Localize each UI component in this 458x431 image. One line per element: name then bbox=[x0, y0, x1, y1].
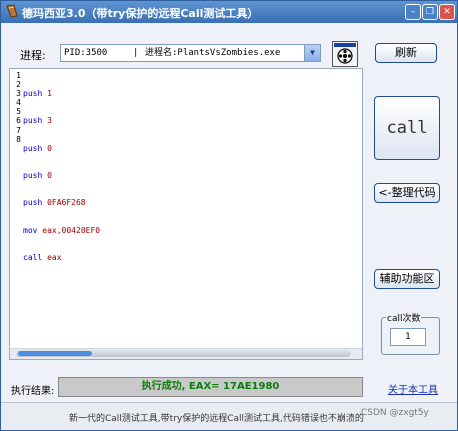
separator: | bbox=[133, 48, 139, 58]
scrollbar-track[interactable] bbox=[16, 350, 351, 357]
code-arg: eax,00420EF0 bbox=[42, 225, 101, 235]
title-bar[interactable]: 德玛西亚3.0（带try保护的远程Call测试工具） – ❐ ✕ bbox=[1, 1, 457, 23]
code-line: call eax bbox=[23, 253, 100, 262]
code-line: push 3 bbox=[23, 116, 100, 125]
call-button[interactable]: call bbox=[374, 96, 440, 160]
line-number: 8 bbox=[16, 134, 21, 144]
line-number: 5 bbox=[16, 107, 21, 117]
maximize-button[interactable]: ❐ bbox=[422, 4, 438, 20]
window-title: 德玛西亚3.0（带try保护的远程Call测试工具） bbox=[22, 7, 259, 20]
code-op: mov bbox=[23, 225, 38, 235]
code-line: push 0 bbox=[23, 144, 100, 153]
process-name: 进程名:PlantsVsZombies.exe bbox=[145, 48, 281, 58]
result-output: 执行成功, EAX= 17AE1980 bbox=[58, 377, 363, 397]
code-line: push 1 bbox=[23, 89, 100, 98]
line-number: 1 bbox=[16, 71, 21, 80]
code-line: mov eax,00420EF0 bbox=[23, 226, 100, 235]
line-number: 7 bbox=[16, 125, 21, 135]
code-op: call bbox=[23, 252, 43, 262]
line-number: 4 bbox=[16, 98, 21, 108]
status-text: 新一代的Call测试工具,带try保护的远程Call测试工具,代码错误也不崩溃的 bbox=[69, 414, 364, 424]
watermark: CSDN @zxgt5y bbox=[361, 408, 429, 418]
code-lines[interactable]: push 1 push 3 push 0 push 0 push 0FA6F26… bbox=[23, 71, 100, 307]
app-icon bbox=[6, 4, 18, 18]
result-label: 执行结果: bbox=[11, 386, 55, 397]
about-link[interactable]: 关于本工具 bbox=[388, 381, 438, 396]
code-editor[interactable]: 1 2 3 4 5 6 7 8 push 1 push 3 push 0 pus… bbox=[9, 68, 363, 360]
close-button[interactable]: ✕ bbox=[439, 4, 455, 20]
line-number: 3 bbox=[16, 89, 21, 99]
target-icon[interactable] bbox=[332, 41, 358, 67]
line-number: 2 bbox=[16, 80, 21, 90]
process-label: 进程: bbox=[20, 49, 46, 62]
line-number-gutter: 1 2 3 4 5 6 7 8 bbox=[10, 71, 21, 144]
code-arg: 0 bbox=[47, 171, 52, 181]
minimize-button[interactable]: – bbox=[405, 4, 421, 20]
code-op: push bbox=[23, 171, 43, 181]
code-arg: 1 bbox=[47, 89, 52, 99]
assist-functions-button[interactable]: 辅助功能区 bbox=[374, 269, 440, 289]
code-line: push 0FA6F268 bbox=[23, 198, 100, 207]
app-window: 德玛西亚3.0（带try保护的远程Call测试工具） – ❐ ✕ 进程: PID… bbox=[0, 0, 458, 431]
process-select[interactable]: PID:3500 | 进程名:PlantsVsZombies.exe ▼ bbox=[60, 44, 321, 62]
call-count-input[interactable]: 1 bbox=[390, 328, 426, 346]
code-op: push bbox=[23, 89, 43, 99]
code-arg: 0FA6F268 bbox=[47, 198, 86, 208]
pid-text: PID:3500 bbox=[64, 48, 108, 58]
scrollbar-thumb[interactable] bbox=[18, 351, 92, 356]
code-arg: eax bbox=[47, 252, 62, 262]
code-arg: 3 bbox=[47, 116, 52, 126]
line-number: 6 bbox=[16, 116, 21, 126]
chevron-down-icon[interactable]: ▼ bbox=[304, 45, 320, 61]
call-count-title: call次数 bbox=[386, 311, 422, 324]
code-op: push bbox=[23, 198, 43, 208]
code-op: push bbox=[23, 143, 43, 153]
refresh-button[interactable]: 刷新 bbox=[375, 43, 437, 63]
organize-code-button[interactable]: <-整理代码 bbox=[374, 183, 440, 203]
code-op: push bbox=[23, 116, 43, 126]
code-line: push 0 bbox=[23, 171, 100, 180]
code-arg: 0 bbox=[47, 143, 52, 153]
horizontal-scrollbar[interactable] bbox=[10, 348, 362, 359]
